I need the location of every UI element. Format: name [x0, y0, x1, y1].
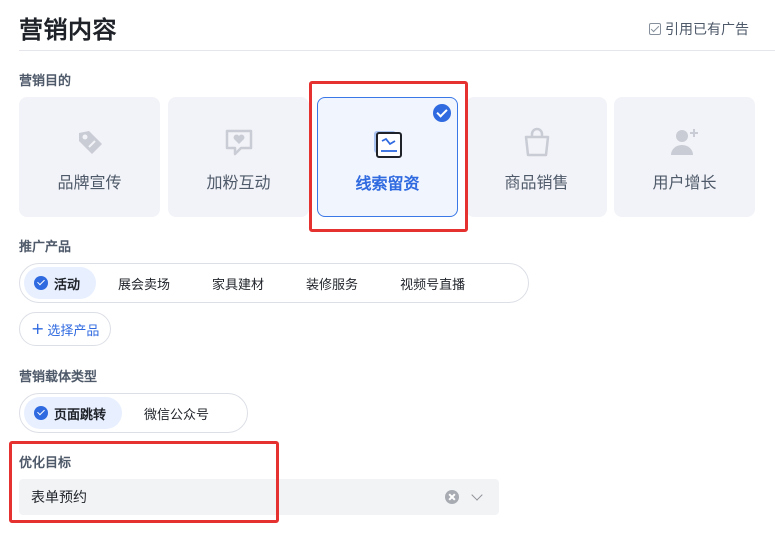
- selected-check-icon: [433, 104, 451, 122]
- goal-card-sales[interactable]: 商品销售: [466, 97, 607, 217]
- optimization-goal-label: 优化目标: [19, 456, 72, 471]
- option-label: 装修服务: [306, 277, 359, 293]
- user-add-icon: [670, 127, 700, 157]
- option-label: 家具建材: [212, 277, 265, 293]
- product-option-decoration[interactable]: 装修服务: [290, 267, 374, 299]
- product-option-furniture[interactable]: 家具建材: [196, 267, 280, 299]
- goal-card-label: 商品销售: [504, 173, 569, 192]
- page-title: 营销内容: [19, 16, 117, 44]
- goal-card-label: 线索留资: [355, 174, 420, 193]
- check-circle-icon: [34, 276, 48, 290]
- optimization-goal-value: 表单预约: [31, 490, 87, 506]
- carrier-type-label: 营销载体类型: [19, 370, 98, 385]
- heart-chat-icon: [224, 127, 254, 157]
- reference-existing-ad-label: 引用已有广告: [665, 22, 749, 38]
- product-option-activity[interactable]: 活动: [24, 267, 97, 299]
- product-option-live[interactable]: 视频号直播: [384, 267, 481, 299]
- marketing-goal-label: 营销目的: [19, 74, 72, 89]
- reference-existing-ad-checkbox[interactable]: 引用已有广告: [649, 19, 749, 39]
- checkbox-icon: [649, 23, 661, 35]
- option-label: 视频号直播: [400, 277, 466, 293]
- select-product-label: 选择产品: [47, 323, 100, 339]
- product-segmented-control: 活动 展会卖场 家具建材 装修服务 视频号直播: [19, 263, 529, 303]
- shopping-bag-icon: [522, 127, 552, 157]
- goal-card-label: 品牌宣传: [57, 173, 122, 192]
- lead-form-icon: [373, 128, 403, 158]
- goal-card-growth[interactable]: 用户增长: [614, 97, 755, 217]
- option-label: 展会卖场: [118, 277, 171, 293]
- carrier-option-page-jump[interactable]: 页面跳转: [24, 397, 123, 429]
- check-circle-icon: [34, 406, 48, 420]
- product-option-exhibition[interactable]: 展会卖场: [102, 267, 186, 299]
- goal-card-fans[interactable]: 加粉互动: [168, 97, 309, 217]
- tag-icon: [75, 127, 105, 157]
- goal-card-label: 用户增长: [652, 173, 717, 192]
- goal-card-brand[interactable]: 品牌宣传: [19, 97, 160, 217]
- promote-product-label: 推广产品: [19, 240, 72, 255]
- option-label: 微信公众号: [144, 407, 210, 423]
- goal-card-label: 加粉互动: [206, 173, 271, 192]
- select-product-button[interactable]: + 选择产品: [19, 312, 112, 346]
- option-label: 活动: [54, 277, 81, 293]
- header-divider: [19, 50, 775, 51]
- optimization-goal-select[interactable]: 表单预约: [19, 479, 499, 515]
- carrier-segmented-control: 页面跳转 微信公众号: [19, 393, 248, 433]
- clear-icon[interactable]: [445, 490, 459, 504]
- goal-card-leads[interactable]: 线索留资: [317, 97, 458, 217]
- carrier-option-wechat-oa[interactable]: 微信公众号: [128, 397, 225, 429]
- plus-icon: +: [31, 319, 45, 338]
- option-label: 页面跳转: [54, 407, 107, 423]
- chevron-down-icon: [471, 489, 483, 501]
